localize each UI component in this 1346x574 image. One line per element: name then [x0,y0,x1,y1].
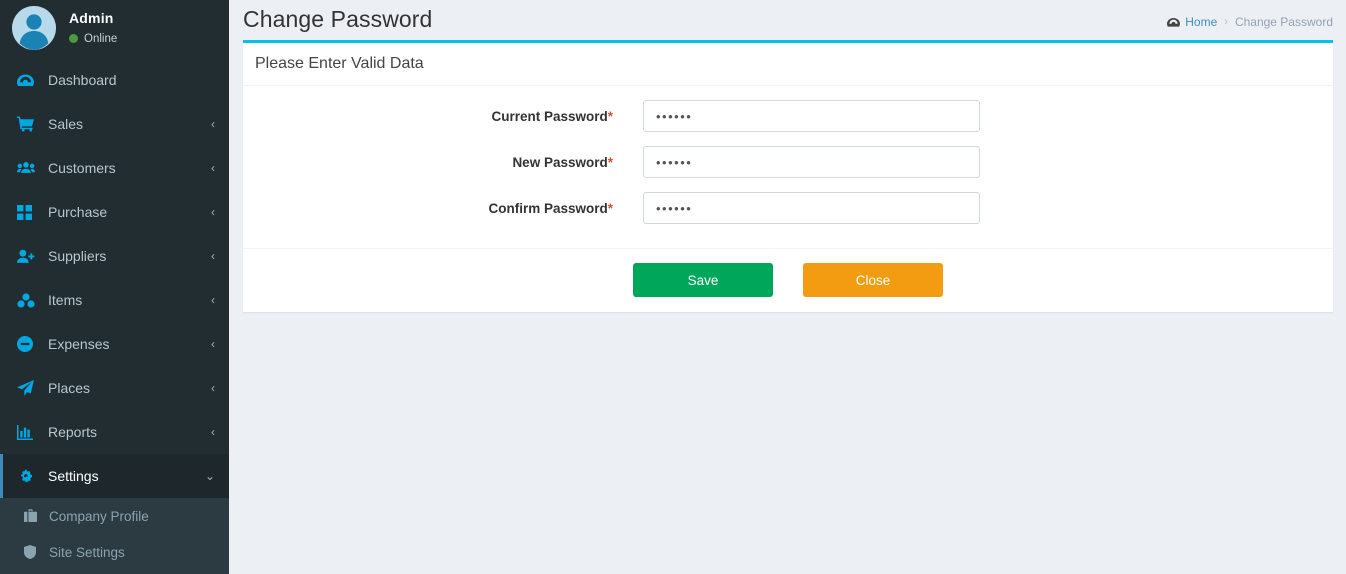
confirm-password-label: Confirm Password* [243,201,643,216]
sidebar-item-label: Sales [48,116,84,132]
minus-circle-icon [17,335,39,353]
gears-icon [17,467,39,485]
chevron-icon: ‹ [211,293,215,307]
user-status-label: Online [84,32,118,45]
panel-footer: Save Close [243,248,1333,312]
sidebar-subitem-site-settings[interactable]: Site Settings [0,534,229,570]
chevron-icon: ‹ [211,161,215,175]
avatar [12,6,56,50]
close-button[interactable]: Close [803,263,943,297]
dashboard-icon [17,71,39,89]
sidebar-item-expenses[interactable]: Expenses ‹ [0,322,229,366]
label-text: Current Password [491,108,608,124]
panel-heading: Please Enter Valid Data [243,43,1333,86]
confirm-password-input[interactable] [643,192,980,224]
label-text: New Password [512,154,608,170]
bar-chart-icon [17,423,39,441]
users-icon [17,159,39,177]
sidebar-item-places[interactable]: Places ‹ [0,366,229,410]
dashboard-icon [1167,17,1181,28]
sidebar-item-label: Reports [48,424,98,440]
user-name: Admin [69,10,114,27]
chevron-icon: ‹ [211,205,215,219]
sidebar-nav: Dashboard Sales ‹ Customers ‹ Purchase ‹… [0,58,229,498]
label-text: Confirm Password [488,200,608,216]
chevron-icon: ‹ [211,249,215,263]
current-password-label: Current Password* [243,109,643,124]
breadcrumb: Home › Change Password [1167,0,1333,29]
change-password-panel: Please Enter Valid Data Current Password… [243,40,1333,312]
sidebar-subitem-label: Site Settings [49,544,125,560]
form-row-new-password: New Password* [243,146,1333,178]
user-status: Online [69,32,117,46]
sidebar-item-label: Items [48,292,83,308]
panel-body: Current Password* New Password* Confirm … [243,86,1333,248]
sidebar-item-customers[interactable]: Customers ‹ [0,146,229,190]
sidebar-item-label: Dashboard [48,72,117,88]
sidebar-item-settings[interactable]: Settings ⌄ [0,454,229,498]
page-title: Change Password [243,6,433,32]
sidebar-item-label: Purchase [48,204,108,220]
sidebar-item-label: Expenses [48,336,110,352]
main-content: Change Password Home › Change Password P… [229,0,1346,574]
sidebar-item-label: Suppliers [48,248,107,264]
required-marker: * [607,154,613,170]
sidebar-subitem-company-profile[interactable]: Company Profile [0,498,229,534]
chevron-down-icon: ⌄ [204,469,215,483]
content-header: Change Password Home › Change Password [229,0,1346,40]
grid-icon [17,203,39,221]
sidebar-item-sales[interactable]: Sales ‹ [0,102,229,146]
form-row-current-password: Current Password* [243,100,1333,132]
current-password-input[interactable] [643,100,980,132]
briefcase-icon [24,509,44,523]
form-row-confirm-password: Confirm Password* [243,192,1333,224]
chevron-icon: ‹ [211,117,215,131]
new-password-input[interactable] [643,146,980,178]
breadcrumb-current: Change Password [1234,15,1333,29]
user-plus-icon [17,247,39,265]
user-info: Admin Online [69,10,117,46]
breadcrumb-separator: › [1224,16,1228,28]
cart-icon [17,115,39,133]
cubes-icon [17,291,39,309]
online-status-dot [69,34,78,44]
user-avatar-icon [12,6,56,50]
chevron-icon: ‹ [211,337,215,351]
required-marker: * [607,200,613,216]
sidebar-subitem-label: Company Profile [49,508,149,524]
paper-plane-icon [17,379,39,397]
sidebar-subitem-tax-list[interactable]: Tax List [0,570,229,574]
save-button[interactable]: Save [633,263,773,297]
chevron-icon: ‹ [211,381,215,395]
sidebar-item-items[interactable]: Items ‹ [0,278,229,322]
shield-icon [24,545,44,559]
breadcrumb-home-link[interactable]: Home [1185,15,1217,29]
sidebar-item-reports[interactable]: Reports ‹ [0,410,229,454]
sidebar-item-suppliers[interactable]: Suppliers ‹ [0,234,229,278]
chevron-icon: ‹ [211,425,215,439]
sidebar-item-purchase[interactable]: Purchase ‹ [0,190,229,234]
sidebar: Admin Online Dashboard Sales ‹ Customers… [0,0,229,574]
user-panel: Admin Online [0,0,229,58]
new-password-label: New Password* [243,155,643,170]
required-marker: * [607,108,613,124]
sidebar-item-label: Customers [48,160,116,176]
app-root: Admin Online Dashboard Sales ‹ Customers… [0,0,1346,574]
sidebar-item-label: Settings [48,468,99,484]
sidebar-item-dashboard[interactable]: Dashboard [0,58,229,102]
sidebar-item-label: Places [48,380,91,396]
sidebar-submenu-settings: Company Profile Site Settings Tax List [0,498,229,574]
